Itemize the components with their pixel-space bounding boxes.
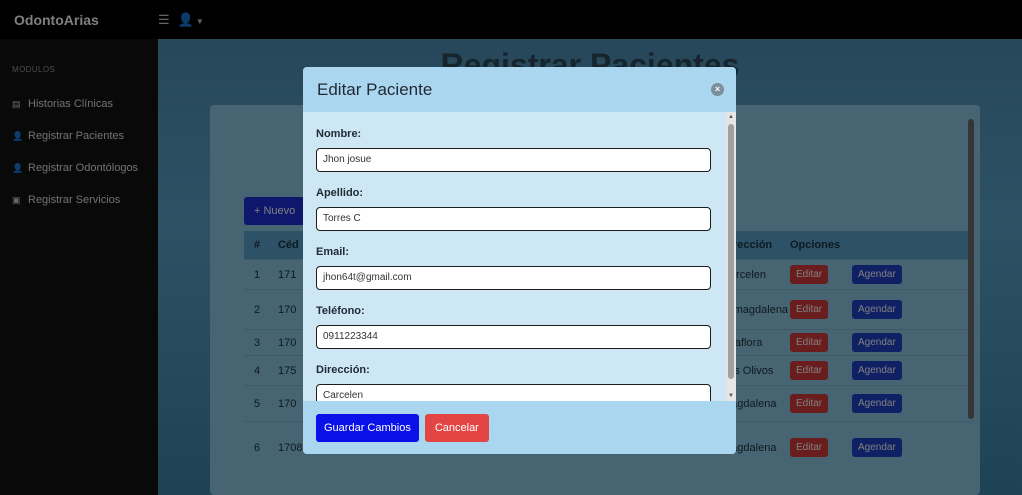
email-field[interactable]: jhon64t@gmail.com bbox=[316, 266, 711, 290]
email-label: Email: bbox=[316, 246, 350, 258]
scroll-up-arrow-icon[interactable]: ▲ bbox=[726, 112, 736, 122]
cancel-button[interactable]: Cancelar bbox=[424, 413, 489, 442]
direccion-field[interactable]: Carcelen bbox=[316, 384, 711, 401]
direccion-label: Dirección: bbox=[316, 364, 370, 376]
modal-footer: Guardar Cambios Cancelar bbox=[303, 401, 736, 454]
edit-patient-modal: Editar Paciente × Nombre: Jhon josue Ape… bbox=[303, 67, 736, 454]
nombre-label: Nombre: bbox=[316, 128, 362, 140]
scroll-down-arrow-icon[interactable]: ▼ bbox=[726, 391, 736, 401]
save-changes-button[interactable]: Guardar Cambios bbox=[316, 413, 419, 442]
modal-header: Editar Paciente × bbox=[303, 67, 736, 112]
apellido-field[interactable]: Torres C bbox=[316, 207, 711, 231]
modal-title: Editar Paciente bbox=[317, 79, 433, 99]
nombre-field[interactable]: Jhon josue bbox=[316, 148, 711, 172]
telefono-field[interactable]: 0911223344 bbox=[316, 325, 711, 349]
modal-scrollbar[interactable]: ▲ ▼ bbox=[726, 112, 736, 401]
close-icon[interactable]: × bbox=[711, 83, 724, 96]
modal-body: Nombre: Jhon josue Apellido: Torres C Em… bbox=[303, 112, 736, 401]
apellido-label: Apellido: bbox=[316, 187, 364, 199]
modal-scroll-thumb[interactable] bbox=[728, 124, 734, 379]
telefono-label: Teléfono: bbox=[316, 305, 365, 317]
edit-form: Nombre: Jhon josue Apellido: Torres C Em… bbox=[303, 112, 713, 401]
